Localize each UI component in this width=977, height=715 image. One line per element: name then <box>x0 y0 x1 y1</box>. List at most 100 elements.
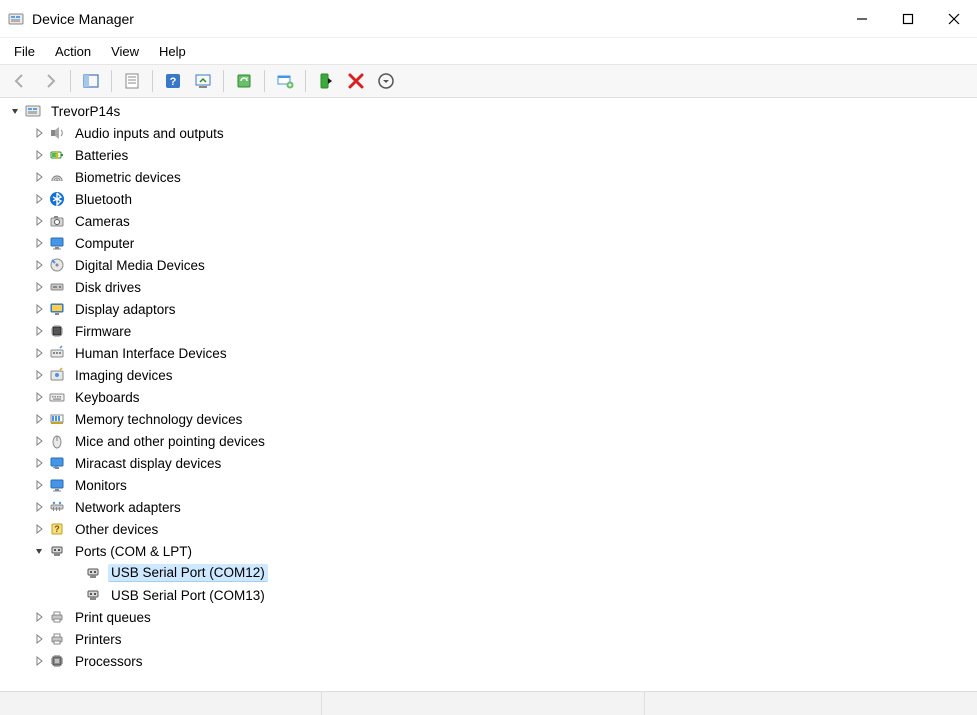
tree-node-label: Display adaptors <box>72 301 179 318</box>
tree-node-label: Computer <box>72 235 137 252</box>
svg-text:?: ? <box>54 524 60 534</box>
tree-category[interactable]: Cameras <box>8 210 977 232</box>
tree-category[interactable]: Memory technology devices <box>8 408 977 430</box>
tree-node-label: Memory technology devices <box>72 411 245 428</box>
chevron-right-icon[interactable] <box>32 346 46 360</box>
chevron-down-icon[interactable] <box>8 104 22 118</box>
chevron-right-icon[interactable] <box>32 302 46 316</box>
mouse-icon <box>48 432 66 450</box>
status-segment <box>0 692 322 715</box>
tree-node-label: Firmware <box>72 323 134 340</box>
chevron-right-icon[interactable] <box>32 324 46 338</box>
tree-category[interactable]: Human Interface Devices <box>8 342 977 364</box>
chevron-right-icon[interactable] <box>32 368 46 382</box>
toolbar-separator <box>264 70 265 92</box>
tree-category[interactable]: Audio inputs and outputs <box>8 122 977 144</box>
tree-category[interactable]: Keyboards <box>8 386 977 408</box>
tree-category[interactable]: Batteries <box>8 144 977 166</box>
chevron-down-icon[interactable] <box>32 544 46 558</box>
tree-node-label: Miracast display devices <box>72 455 224 472</box>
chevron-right-icon[interactable] <box>32 434 46 448</box>
tree-node-label: Network adapters <box>72 499 184 516</box>
tree-node-label: Batteries <box>72 147 131 164</box>
tree-category[interactable]: Computer <box>8 232 977 254</box>
printer-icon <box>48 630 66 648</box>
forward-button[interactable] <box>36 67 64 95</box>
tree-node-label: Disk drives <box>72 279 144 296</box>
chevron-right-icon[interactable] <box>32 148 46 162</box>
tree-category[interactable]: Processors <box>8 650 977 672</box>
menu-help[interactable]: Help <box>149 41 196 62</box>
chevron-right-icon[interactable] <box>32 126 46 140</box>
chevron-right-icon[interactable] <box>32 478 46 492</box>
scan-hardware-button[interactable] <box>230 67 258 95</box>
tree-device[interactable]: USB Serial Port (COM13) <box>8 584 977 606</box>
monitor-icon <box>48 234 66 252</box>
menu-file[interactable]: File <box>4 41 45 62</box>
tree-node-label: Imaging devices <box>72 367 176 384</box>
menu-bar: File Action View Help <box>0 38 977 64</box>
tree-category[interactable]: Mice and other pointing devices <box>8 430 977 452</box>
menu-view[interactable]: View <box>101 41 149 62</box>
chevron-right-icon[interactable] <box>32 390 46 404</box>
chevron-right-icon[interactable] <box>32 170 46 184</box>
chevron-right-icon[interactable] <box>32 412 46 426</box>
chevron-right-icon[interactable] <box>32 258 46 272</box>
help-button[interactable]: ? <box>159 67 187 95</box>
tree-node-label: Audio inputs and outputs <box>72 125 227 142</box>
uninstall-device-button[interactable] <box>342 67 370 95</box>
maximize-button[interactable] <box>885 0 931 38</box>
tree-category[interactable]: Bluetooth <box>8 188 977 210</box>
action-circle-button[interactable] <box>372 67 400 95</box>
chevron-right-icon[interactable] <box>32 632 46 646</box>
chevron-right-icon[interactable] <box>32 214 46 228</box>
menu-action[interactable]: Action <box>45 41 101 62</box>
tree-node-label: TrevorP14s <box>48 103 123 120</box>
tree-category[interactable]: Firmware <box>8 320 977 342</box>
chevron-right-icon[interactable] <box>32 192 46 206</box>
close-button[interactable] <box>931 0 977 38</box>
port-icon <box>48 542 66 560</box>
fingerprint-icon <box>48 168 66 186</box>
tree-category[interactable]: Print queues <box>8 606 977 628</box>
cpu-icon <box>48 652 66 670</box>
tree-category[interactable]: Digital Media Devices <box>8 254 977 276</box>
tree-root[interactable]: TrevorP14s <box>8 100 977 122</box>
tree-category[interactable]: Disk drives <box>8 276 977 298</box>
update-driver-button[interactable] <box>189 67 217 95</box>
tree-category[interactable]: Imaging devices <box>8 364 977 386</box>
display-icon <box>48 300 66 318</box>
port-icon <box>84 586 102 604</box>
port-icon <box>84 564 102 582</box>
chevron-right-icon[interactable] <box>32 456 46 470</box>
tree-category[interactable]: Ports (COM & LPT) <box>8 540 977 562</box>
add-legacy-button[interactable] <box>271 67 299 95</box>
chevron-right-icon[interactable] <box>32 610 46 624</box>
status-bar <box>0 691 977 715</box>
chevron-right-icon[interactable] <box>32 654 46 668</box>
tree-category[interactable]: Printers <box>8 628 977 650</box>
chevron-right-icon[interactable] <box>32 280 46 294</box>
tree-category[interactable]: Biometric devices <box>8 166 977 188</box>
tree-node-label: Biometric devices <box>72 169 184 186</box>
tree-category[interactable]: Display adaptors <box>8 298 977 320</box>
toolbar-separator <box>70 70 71 92</box>
tree-device[interactable]: USB Serial Port (COM12) <box>8 562 977 584</box>
minimize-button[interactable] <box>839 0 885 38</box>
tree-category[interactable]: Network adapters <box>8 496 977 518</box>
tree-node-label: Bluetooth <box>72 191 135 208</box>
enable-device-button[interactable] <box>312 67 340 95</box>
console-tree-button[interactable] <box>77 67 105 95</box>
tree-category[interactable]: Monitors <box>8 474 977 496</box>
camera-icon <box>48 212 66 230</box>
toolbar: ? <box>0 64 977 98</box>
back-button[interactable] <box>6 67 34 95</box>
tree-category[interactable]: ?Other devices <box>8 518 977 540</box>
device-tree[interactable]: TrevorP14s Audio inputs and outputs Batter… <box>0 98 977 691</box>
properties-button[interactable] <box>118 67 146 95</box>
chevron-right-icon[interactable] <box>32 500 46 514</box>
chevron-right-icon[interactable] <box>32 236 46 250</box>
app-icon <box>8 11 24 27</box>
tree-category[interactable]: Miracast display devices <box>8 452 977 474</box>
chevron-right-icon[interactable] <box>32 522 46 536</box>
